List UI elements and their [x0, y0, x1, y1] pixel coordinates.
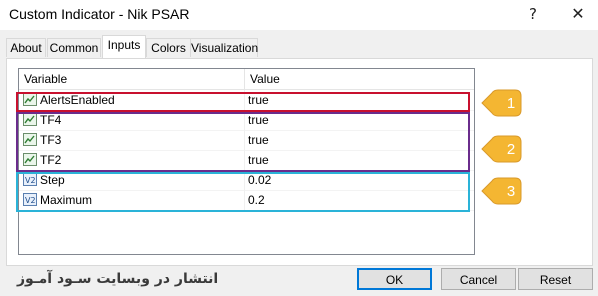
column-divider[interactable]	[244, 69, 245, 89]
column-header-variable[interactable]: Variable	[24, 69, 67, 89]
callout-badge-2: 2	[481, 135, 522, 163]
title-bar: Custom Indicator - Nik PSAR ? ✕	[0, 0, 598, 30]
window-title: Custom Indicator - Nik PSAR	[9, 6, 190, 22]
callout-badge-3: 3	[481, 177, 522, 205]
reset-button[interactable]: Reset	[518, 268, 593, 290]
callout-label: 3	[507, 183, 515, 200]
tab-common[interactable]: Common	[47, 38, 101, 57]
dialog-body: About Common Inputs Colors Visualization…	[0, 30, 598, 296]
tab-colors[interactable]: Colors	[146, 38, 191, 57]
watermark-text: انتشار در وبسایت سـود آمـوز	[17, 271, 219, 287]
table-header: Variable Value	[19, 69, 474, 90]
close-button[interactable]: ✕	[565, 3, 591, 25]
highlight-group-3	[16, 172, 470, 212]
column-header-value[interactable]: Value	[250, 69, 280, 89]
tab-inputs[interactable]: Inputs	[102, 35, 146, 58]
callout-badge-1: 1	[481, 89, 522, 117]
highlight-group-2	[16, 112, 470, 172]
ok-button[interactable]: OK	[357, 268, 432, 290]
cancel-button[interactable]: Cancel	[441, 268, 516, 290]
highlight-group-1	[16, 92, 470, 112]
callout-label: 1	[507, 95, 515, 112]
help-button[interactable]: ?	[520, 3, 546, 25]
callout-label: 2	[507, 141, 515, 158]
tab-visualization[interactable]: Visualization	[190, 38, 258, 57]
tab-about[interactable]: About	[6, 38, 46, 57]
